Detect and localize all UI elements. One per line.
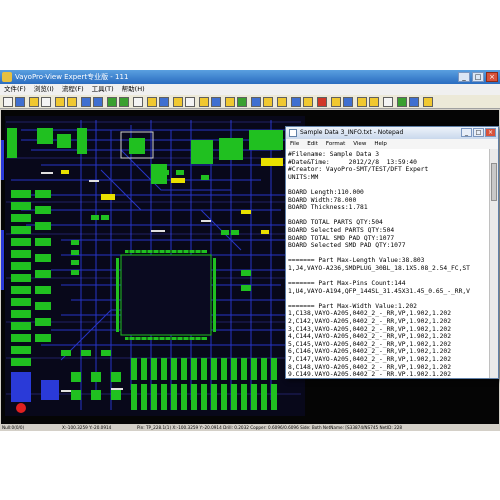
notepad-line xyxy=(288,181,486,189)
menu-bar: 文件(F) 浏览(I) 流程(F) 工具(T) 帮助(H) xyxy=(0,84,500,95)
minimize-button[interactable]: _ xyxy=(458,72,470,82)
notepad-line xyxy=(288,273,486,281)
top-side-icon[interactable] xyxy=(357,97,367,107)
notepad-line: 9,C149,VAYO-A205,0402_2_-_RR,VP,1.902,1.… xyxy=(288,371,452,376)
print-icon[interactable] xyxy=(41,97,51,107)
notepad-menu-bar: File Edit Format View Help xyxy=(286,139,498,149)
status-net: Null:0(0/0) xyxy=(2,425,25,430)
notepad-scrollbar[interactable] xyxy=(489,149,498,378)
menu-tools[interactable]: 工具(T) xyxy=(88,84,118,95)
notepad-menu-view[interactable]: View xyxy=(349,139,370,149)
notepad-icon xyxy=(289,129,297,137)
check-icon[interactable] xyxy=(397,97,407,107)
notepad-title: Sample Data 3_INFO.txt - Notepad xyxy=(300,129,404,136)
notepad-minimize-button[interactable]: _ xyxy=(461,128,472,137)
notepad-line: #Date&Time: 2012/2/8 13:59:40 xyxy=(288,158,417,166)
status-pin-info: Pin: TP_228.1(1) X:-100.3259 Y:-20.0914 … xyxy=(137,425,403,430)
via-icon[interactable] xyxy=(237,97,247,107)
pad-icon[interactable] xyxy=(225,97,235,107)
notepad-line: 1,J4,VAYO-A236,SMDPLUG_30BL_18.1X5.08_2.… xyxy=(288,264,470,272)
notepad-line: 2,C142,VAYO-A205,0402_2_-_RR,VP,1.902,1.… xyxy=(288,318,452,326)
help-icon[interactable] xyxy=(409,97,419,107)
toolbar xyxy=(0,95,500,109)
folder-icon[interactable] xyxy=(29,97,39,107)
notepad-line: UNITS:MM xyxy=(288,173,319,181)
notepad-line: 1,U4,VAYO-A194,QFP_144SL_31.45X31.45_0.6… xyxy=(288,287,470,295)
status-bar: Null:0(0/0) X:-100.3259 Y:-20.0914 Pin: … xyxy=(0,424,500,431)
notepad-line: 5,C145,VAYO-A205,0402_2_-_RR,VP,1.902,1.… xyxy=(288,340,452,348)
notepad-line: BOARD Selected SMD PAD QTY:1077 xyxy=(288,242,406,250)
notepad-window[interactable]: Sample Data 3_INFO.txt - Notepad _ □ × F… xyxy=(285,126,499,379)
notepad-line: ======= Part Max-Length Value:38.803 xyxy=(288,257,425,265)
notepad-line: #Filename: Sample Data 3 xyxy=(288,151,379,158)
maximize-button[interactable]: □ xyxy=(472,72,484,82)
pan-icon[interactable] xyxy=(133,97,143,107)
notepad-line: ======= Part Max-Pins Count:144 xyxy=(288,280,406,288)
layer-icon[interactable] xyxy=(55,97,65,107)
move-icon[interactable] xyxy=(93,97,103,107)
window-title: VayoPro-View Expert专业版 - 111 xyxy=(15,73,129,81)
report-icon[interactable] xyxy=(263,97,273,107)
trace-icon[interactable] xyxy=(251,97,261,107)
notepad-line: BOARD Thickness:1.781 xyxy=(288,204,368,212)
filter-icon[interactable] xyxy=(185,97,195,107)
menu-browse[interactable]: 浏览(I) xyxy=(30,84,58,95)
notepad-line: BOARD Length:110.000 xyxy=(288,188,364,196)
notepad-menu-format[interactable]: Format xyxy=(322,139,349,149)
marker-icon[interactable] xyxy=(317,97,327,107)
highlight-icon[interactable] xyxy=(199,97,209,107)
menu-help[interactable]: 帮助(H) xyxy=(118,84,149,95)
notepad-line: BOARD TOTAL SMD PAD QTY:1077 xyxy=(288,234,395,242)
settings-icon[interactable] xyxy=(291,97,301,107)
notepad-line: 3,C143,VAYO-A205,0402_2_-_RR,VP,1.902,1.… xyxy=(288,325,452,333)
compare-icon[interactable] xyxy=(331,97,341,107)
notepad-maximize-button[interactable]: □ xyxy=(473,128,484,137)
app-icon xyxy=(2,72,12,82)
screenshot: { "window": { "title": "VayoPro-View Exp… xyxy=(0,0,500,500)
notepad-line: 8,C148,VAYO-A205,0402_2_-_RR,VP,1.902,1.… xyxy=(288,363,452,371)
notepad-line: ======= Part Max-Width Value:1.202 xyxy=(288,302,417,310)
title-bar[interactable]: VayoPro-View Expert专业版 - 111 _ □ × xyxy=(0,70,500,84)
fit-icon[interactable] xyxy=(147,97,157,107)
notepad-title-bar[interactable]: Sample Data 3_INFO.txt - Notepad _ □ × xyxy=(286,127,498,139)
view-icon[interactable] xyxy=(67,97,77,107)
notepad-menu-edit[interactable]: Edit xyxy=(303,139,322,149)
menu-file[interactable]: 文件(F) xyxy=(0,84,30,95)
refresh-icon[interactable] xyxy=(383,97,393,107)
save-icon[interactable] xyxy=(15,97,25,107)
notepad-line: BOARD TOTAL PARTS QTY:504 xyxy=(288,219,383,227)
notepad-line xyxy=(288,212,486,220)
zoom-out-icon[interactable] xyxy=(119,97,129,107)
notepad-line: BOARD Selected PARTS QTY:504 xyxy=(288,226,395,234)
export-icon[interactable] xyxy=(277,97,287,107)
notepad-line: 7,C147,VAYO-A205,0402_2_-_RR,VP,1.902,1.… xyxy=(288,356,452,364)
notepad-close-button[interactable]: × xyxy=(485,128,496,137)
zoom-in-icon[interactable] xyxy=(107,97,117,107)
notepad-line: BOARD Width:78.000 xyxy=(288,196,357,204)
lock-icon[interactable] xyxy=(423,97,433,107)
measure-icon[interactable] xyxy=(159,97,169,107)
net-icon[interactable] xyxy=(173,97,183,107)
notepad-line: 6,C146,VAYO-A205,0402_2_-_RR,VP,1.902,1.… xyxy=(288,348,452,356)
bottom-side-icon[interactable] xyxy=(369,97,379,107)
select-icon[interactable] xyxy=(81,97,91,107)
close-button[interactable]: × xyxy=(486,72,498,82)
notepad-scroll-thumb[interactable] xyxy=(491,163,497,201)
status-coordinates: X:-100.3259 Y:-20.0914 xyxy=(62,425,112,430)
notepad-line: 4,C144,VAYO-A205,0402_2_-_RR,VP,1.902,1.… xyxy=(288,333,452,341)
open-icon[interactable] xyxy=(3,97,13,107)
notepad-menu-file[interactable]: File xyxy=(286,139,303,149)
grid-icon[interactable] xyxy=(343,97,353,107)
notepad-line xyxy=(288,295,486,303)
notepad-line xyxy=(288,250,486,258)
component-icon[interactable] xyxy=(211,97,221,107)
notepad-menu-help[interactable]: Help xyxy=(370,139,391,149)
info-icon[interactable] xyxy=(303,97,313,107)
notepad-line: 1,C138,VAYO-A205,0402_2_-_RR,VP,1.902,1.… xyxy=(288,310,452,318)
menu-process[interactable]: 流程(F) xyxy=(58,84,88,95)
notepad-line: #Creator: VayoPro-SMT/TEST/DFT Expert xyxy=(288,166,429,174)
notepad-text-area[interactable]: #Filename: Sample Data 3 #Date&Time: 2012… xyxy=(288,151,486,376)
